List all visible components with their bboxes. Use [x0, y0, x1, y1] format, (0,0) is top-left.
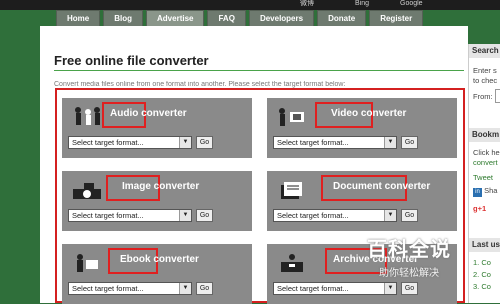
archive-go-button[interactable]: Go — [401, 282, 418, 295]
convert-link[interactable]: convert — [473, 158, 498, 167]
audio-converter-panel: Audio converter Select target format... ▼… — [62, 98, 252, 158]
last-used-item[interactable]: 2. Co — [473, 270, 491, 279]
right-sidebar: Search Enter s to chec From: Bookm Click… — [468, 44, 500, 303]
tab-home[interactable]: Home — [56, 10, 101, 26]
watermark: 百科全说 助你轻松解决 — [350, 233, 468, 279]
document-converter-label[interactable]: Document converter — [333, 181, 430, 192]
page-title: Free online file converter — [54, 53, 209, 68]
search-header: Search — [469, 44, 500, 58]
watermark-subtitle: 助你轻松解决 — [379, 268, 439, 279]
image-converter-label[interactable]: Image converter — [122, 181, 199, 192]
video-converter-label[interactable]: Video converter — [331, 108, 406, 119]
tab-register[interactable]: Register — [369, 10, 424, 26]
last-used-header: Last us — [469, 238, 500, 252]
watermark-title: 百科全说 — [367, 239, 451, 261]
document-converter-panel: Document converter Select target format.… — [267, 171, 457, 231]
chevron-down-icon: ▼ — [179, 210, 191, 221]
bookmark-header: Bookm — [469, 128, 500, 142]
ebook-reader-icon — [77, 254, 98, 272]
audio-people-icon — [75, 107, 100, 125]
from-select[interactable] — [495, 89, 500, 103]
audio-format-select[interactable]: Select target format... ▼ — [68, 136, 192, 149]
last-used-item[interactable]: 3. Co — [473, 282, 491, 291]
video-camera-icon — [279, 108, 304, 126]
top-nav: Home Blog Advertise FAQ Developers Donat… — [56, 10, 424, 26]
chevron-down-icon: ▼ — [384, 137, 396, 148]
ebook-converter-label[interactable]: Ebook converter — [120, 254, 199, 265]
video-converter-panel: Video converter Select target format... ▼… — [267, 98, 457, 158]
document-format-select[interactable]: Select target format... ▼ — [273, 209, 397, 222]
intro-text: Convert media files online from one form… — [54, 81, 346, 88]
audio-go-button[interactable]: Go — [196, 136, 213, 149]
archive-format-select[interactable]: Select target format... ▼ — [273, 282, 397, 295]
tab-advertise[interactable]: Advertise — [146, 10, 205, 26]
tab-developers[interactable]: Developers — [248, 10, 315, 26]
document-go-button[interactable]: Go — [401, 209, 418, 222]
search-text-1: Enter s — [473, 66, 497, 75]
last-used-item[interactable]: 1. Co — [473, 258, 491, 267]
bookmark-google[interactable]: Google — [400, 0, 423, 8]
bookmark-weibo[interactable]: 微博 — [300, 0, 314, 8]
gplus-button[interactable]: g+1 — [473, 204, 486, 213]
chevron-down-icon: ▼ — [384, 283, 396, 294]
tab-faq[interactable]: FAQ — [207, 10, 246, 26]
ebook-converter-panel: Ebook converter Select target format... ▼… — [62, 244, 252, 304]
image-format-select[interactable]: Select target format... ▼ — [68, 209, 192, 222]
image-converter-panel: Image converter Select target format... ▼… — [62, 171, 252, 231]
tweet-link[interactable]: Tweet — [473, 173, 493, 182]
video-go-button[interactable]: Go — [401, 136, 418, 149]
bookmark-bing[interactable]: Bing — [355, 0, 369, 8]
title-divider — [54, 70, 464, 71]
from-label: From: — [473, 92, 493, 101]
chevron-down-icon: ▼ — [384, 210, 396, 221]
tab-blog[interactable]: Blog — [103, 10, 144, 26]
browser-bookmark-strip: 微博 Bing Google — [0, 0, 500, 10]
linkedin-icon: in — [473, 188, 482, 197]
tab-donate[interactable]: Donate — [317, 10, 367, 26]
click-text: Click he — [473, 148, 500, 157]
chevron-down-icon: ▼ — [179, 137, 191, 148]
ebook-format-select[interactable]: Select target format... ▼ — [68, 282, 192, 295]
video-format-select[interactable]: Select target format... ▼ — [273, 136, 397, 149]
image-go-button[interactable]: Go — [196, 209, 213, 222]
chevron-down-icon: ▼ — [179, 283, 191, 294]
document-stack-icon — [281, 182, 302, 199]
share-button[interactable]: in Sha — [473, 186, 497, 197]
ebook-go-button[interactable]: Go — [196, 282, 213, 295]
search-text-2: to chec — [473, 76, 498, 85]
image-camera-icon — [73, 183, 101, 199]
audio-converter-label[interactable]: Audio converter — [110, 108, 187, 119]
archive-box-icon — [281, 254, 303, 272]
